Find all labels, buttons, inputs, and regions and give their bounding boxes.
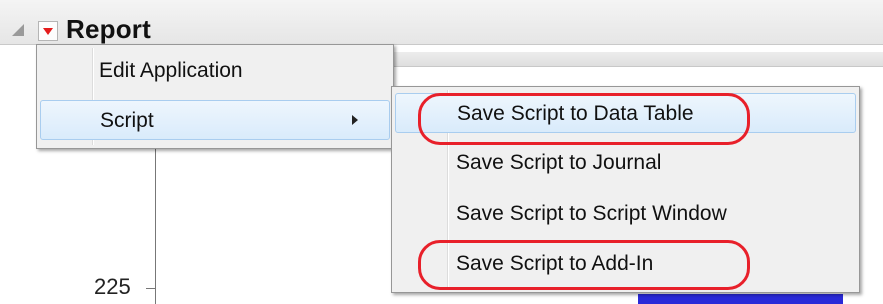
menu-item-save-script-to-script-window[interactable]: Save Script to Script Window — [395, 194, 856, 234]
menu-item-label: Script — [100, 109, 154, 132]
menu-item-save-script-to-journal[interactable]: Save Script to Journal — [395, 143, 856, 183]
menu-item-edit-application[interactable]: Edit Application — [40, 51, 390, 91]
menu-item-label: Save Script to Script Window — [456, 202, 727, 225]
menu-item-save-script-to-add-in[interactable]: Save Script to Add-In — [395, 244, 856, 284]
report-outline-header: Report — [0, 0, 883, 45]
report-title: Report — [66, 14, 151, 44]
disclosure-triangle-icon[interactable] — [12, 24, 24, 36]
menu-item-label: Save Script to Journal — [456, 151, 662, 174]
menu-item-label: Save Script to Data Table — [457, 102, 694, 125]
red-triangle-hotspot-icon — [43, 28, 53, 35]
menu-item-label: Edit Application — [99, 59, 243, 82]
script-submenu: Save Script to Data Table Save Script to… — [391, 86, 860, 293]
report-context-menu: Edit Application Script — [36, 44, 394, 149]
chart-bar — [638, 294, 843, 304]
y-axis-tick — [146, 288, 155, 289]
menu-item-save-script-to-data-table[interactable]: Save Script to Data Table — [395, 93, 856, 133]
chevron-right-icon — [352, 115, 358, 125]
menu-item-label: Save Script to Add-In — [456, 252, 654, 275]
y-axis-tick-label: 225 — [94, 274, 131, 299]
red-triangle-hotspot-button[interactable] — [38, 21, 58, 41]
menu-item-script[interactable]: Script — [40, 100, 390, 140]
